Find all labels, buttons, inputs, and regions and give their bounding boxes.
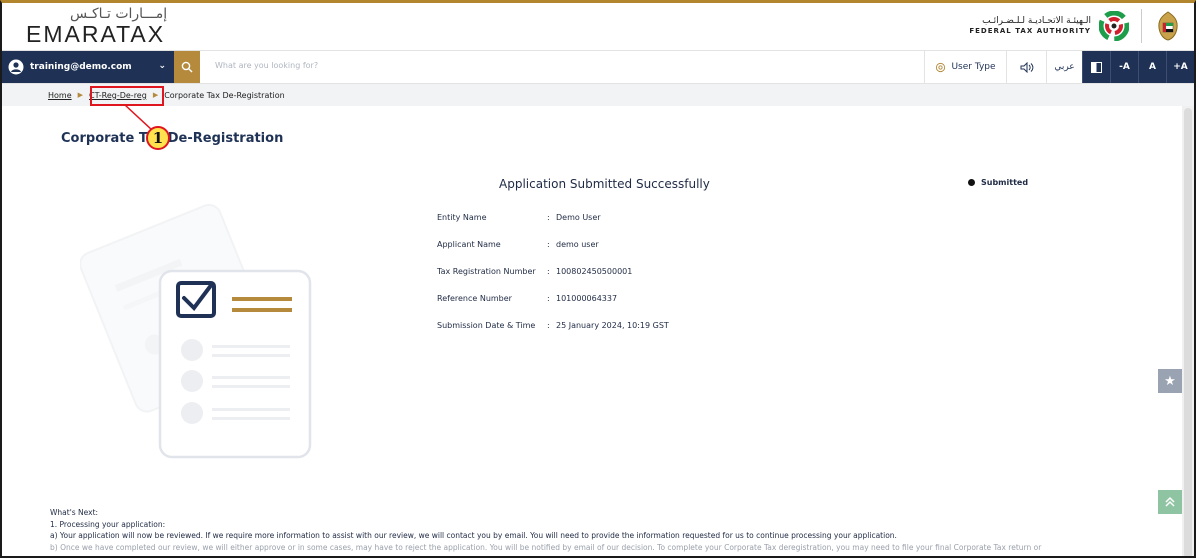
font-normal-button[interactable]: A — [1138, 51, 1166, 83]
contrast-icon — [1091, 61, 1102, 73]
status-dot-icon — [968, 179, 975, 186]
user-type-button[interactable]: User Type — [924, 51, 1006, 83]
detail-colon: : — [547, 294, 550, 303]
uae-emblem-icon — [1158, 11, 1178, 41]
font-increase-button[interactable]: +A — [1166, 51, 1194, 83]
fta-emblem-icon — [1099, 11, 1129, 41]
status-badge: Submitted — [968, 178, 1028, 187]
success-title: Application Submitted Successfully — [499, 177, 710, 191]
scroll-to-top-button[interactable] — [1158, 490, 1182, 514]
scrollbar-thumb[interactable] — [1184, 108, 1192, 556]
star-icon: ★ — [1164, 373, 1176, 389]
callout-number-badge: 1 — [146, 126, 170, 150]
detail-label: Tax Registration Number — [437, 267, 536, 276]
logo-emaratax[interactable]: EMARATAX — [26, 21, 165, 48]
contrast-toggle[interactable] — [1082, 51, 1110, 83]
detail-value: 100802450500001 — [556, 267, 633, 276]
favorite-button[interactable]: ★ — [1158, 369, 1182, 393]
whats-next-step: 1. Processing your application: — [50, 519, 166, 529]
nav-bar: training@demo.com ⌄ What are you looking… — [2, 50, 1194, 84]
whats-next-heading: What's Next: — [50, 508, 99, 517]
detail-value: 25 January 2024, 10:19 GST — [556, 321, 669, 330]
breadcrumb-current: Corporate Tax De-Registration — [164, 90, 285, 100]
language-toggle[interactable]: عربي — [1046, 51, 1082, 83]
breadcrumb: Home ▶ CT-Reg-De-reg ▶ Corporate Tax De-… — [2, 84, 1194, 106]
font-decrease-button[interactable]: -A — [1110, 51, 1138, 83]
search-button[interactable] — [174, 51, 200, 83]
search-input[interactable]: What are you looking for? — [215, 61, 318, 70]
fta-name-arabic: الـهيئـة الاتحـاديـة لـلـضـرائـب — [982, 16, 1091, 27]
user-avatar-icon — [8, 59, 24, 75]
speaker-icon — [1020, 61, 1033, 73]
fta-name-english: FEDERAL TAX AUTHORITY — [969, 27, 1091, 36]
user-email: training@demo.com — [30, 62, 132, 72]
header-divider — [1141, 9, 1142, 43]
fta-text: الـهيئـة الاتحـاديـة لـلـضـرائـب FEDERAL… — [969, 16, 1091, 35]
detail-label: Reference Number — [437, 294, 512, 303]
logo-arabic: إمـــارات تـاكـس — [70, 6, 168, 22]
breadcrumb-separator-icon: ▶ — [77, 91, 84, 99]
fta-branding: الـهيئـة الاتحـاديـة لـلـضـرائـب FEDERAL… — [969, 7, 1182, 45]
whats-next-step-detail: a) Your application will now be reviewed… — [50, 531, 897, 540]
user-type-label: User Type — [951, 62, 996, 72]
detail-label: Entity Name — [437, 213, 487, 222]
audio-button[interactable] — [1006, 51, 1046, 83]
nav-right-controls: User Type عربي -A A +A — [924, 51, 1194, 83]
detail-value: Demo User — [556, 213, 601, 222]
detail-value: 101000064337 — [556, 294, 618, 303]
breadcrumb-home-link[interactable]: Home — [48, 91, 72, 100]
double-chevron-up-icon — [1165, 496, 1175, 507]
chevron-down-icon: ⌄ — [158, 61, 166, 71]
detail-colon: : — [547, 213, 550, 222]
document-check-illustration — [80, 203, 312, 459]
search-icon — [181, 61, 193, 73]
detail-value: demo user — [556, 240, 599, 249]
detail-label: Submission Date & Time — [437, 321, 536, 330]
gear-icon — [936, 62, 946, 72]
user-account-dropdown[interactable]: training@demo.com ⌄ — [2, 51, 174, 83]
status-label: Submitted — [981, 178, 1029, 187]
page-title: Corporate Tax De-Registration — [61, 131, 284, 146]
detail-label: Applicant Name — [437, 240, 501, 249]
detail-colon: : — [547, 321, 550, 330]
app-window: إمـــارات تـاكـس EMARATAX الـهيئـة الاتح… — [0, 0, 1196, 558]
detail-colon: : — [547, 267, 550, 276]
whats-next-section: What's Next: 1. Processing your applicat… — [50, 507, 1041, 553]
whats-next-step-detail: b) Once we have completed our review, we… — [50, 542, 1042, 552]
detail-colon: : — [547, 240, 550, 249]
top-header: إمـــارات تـاكـس EMARATAX الـهيئـة الاتح… — [2, 3, 1194, 50]
